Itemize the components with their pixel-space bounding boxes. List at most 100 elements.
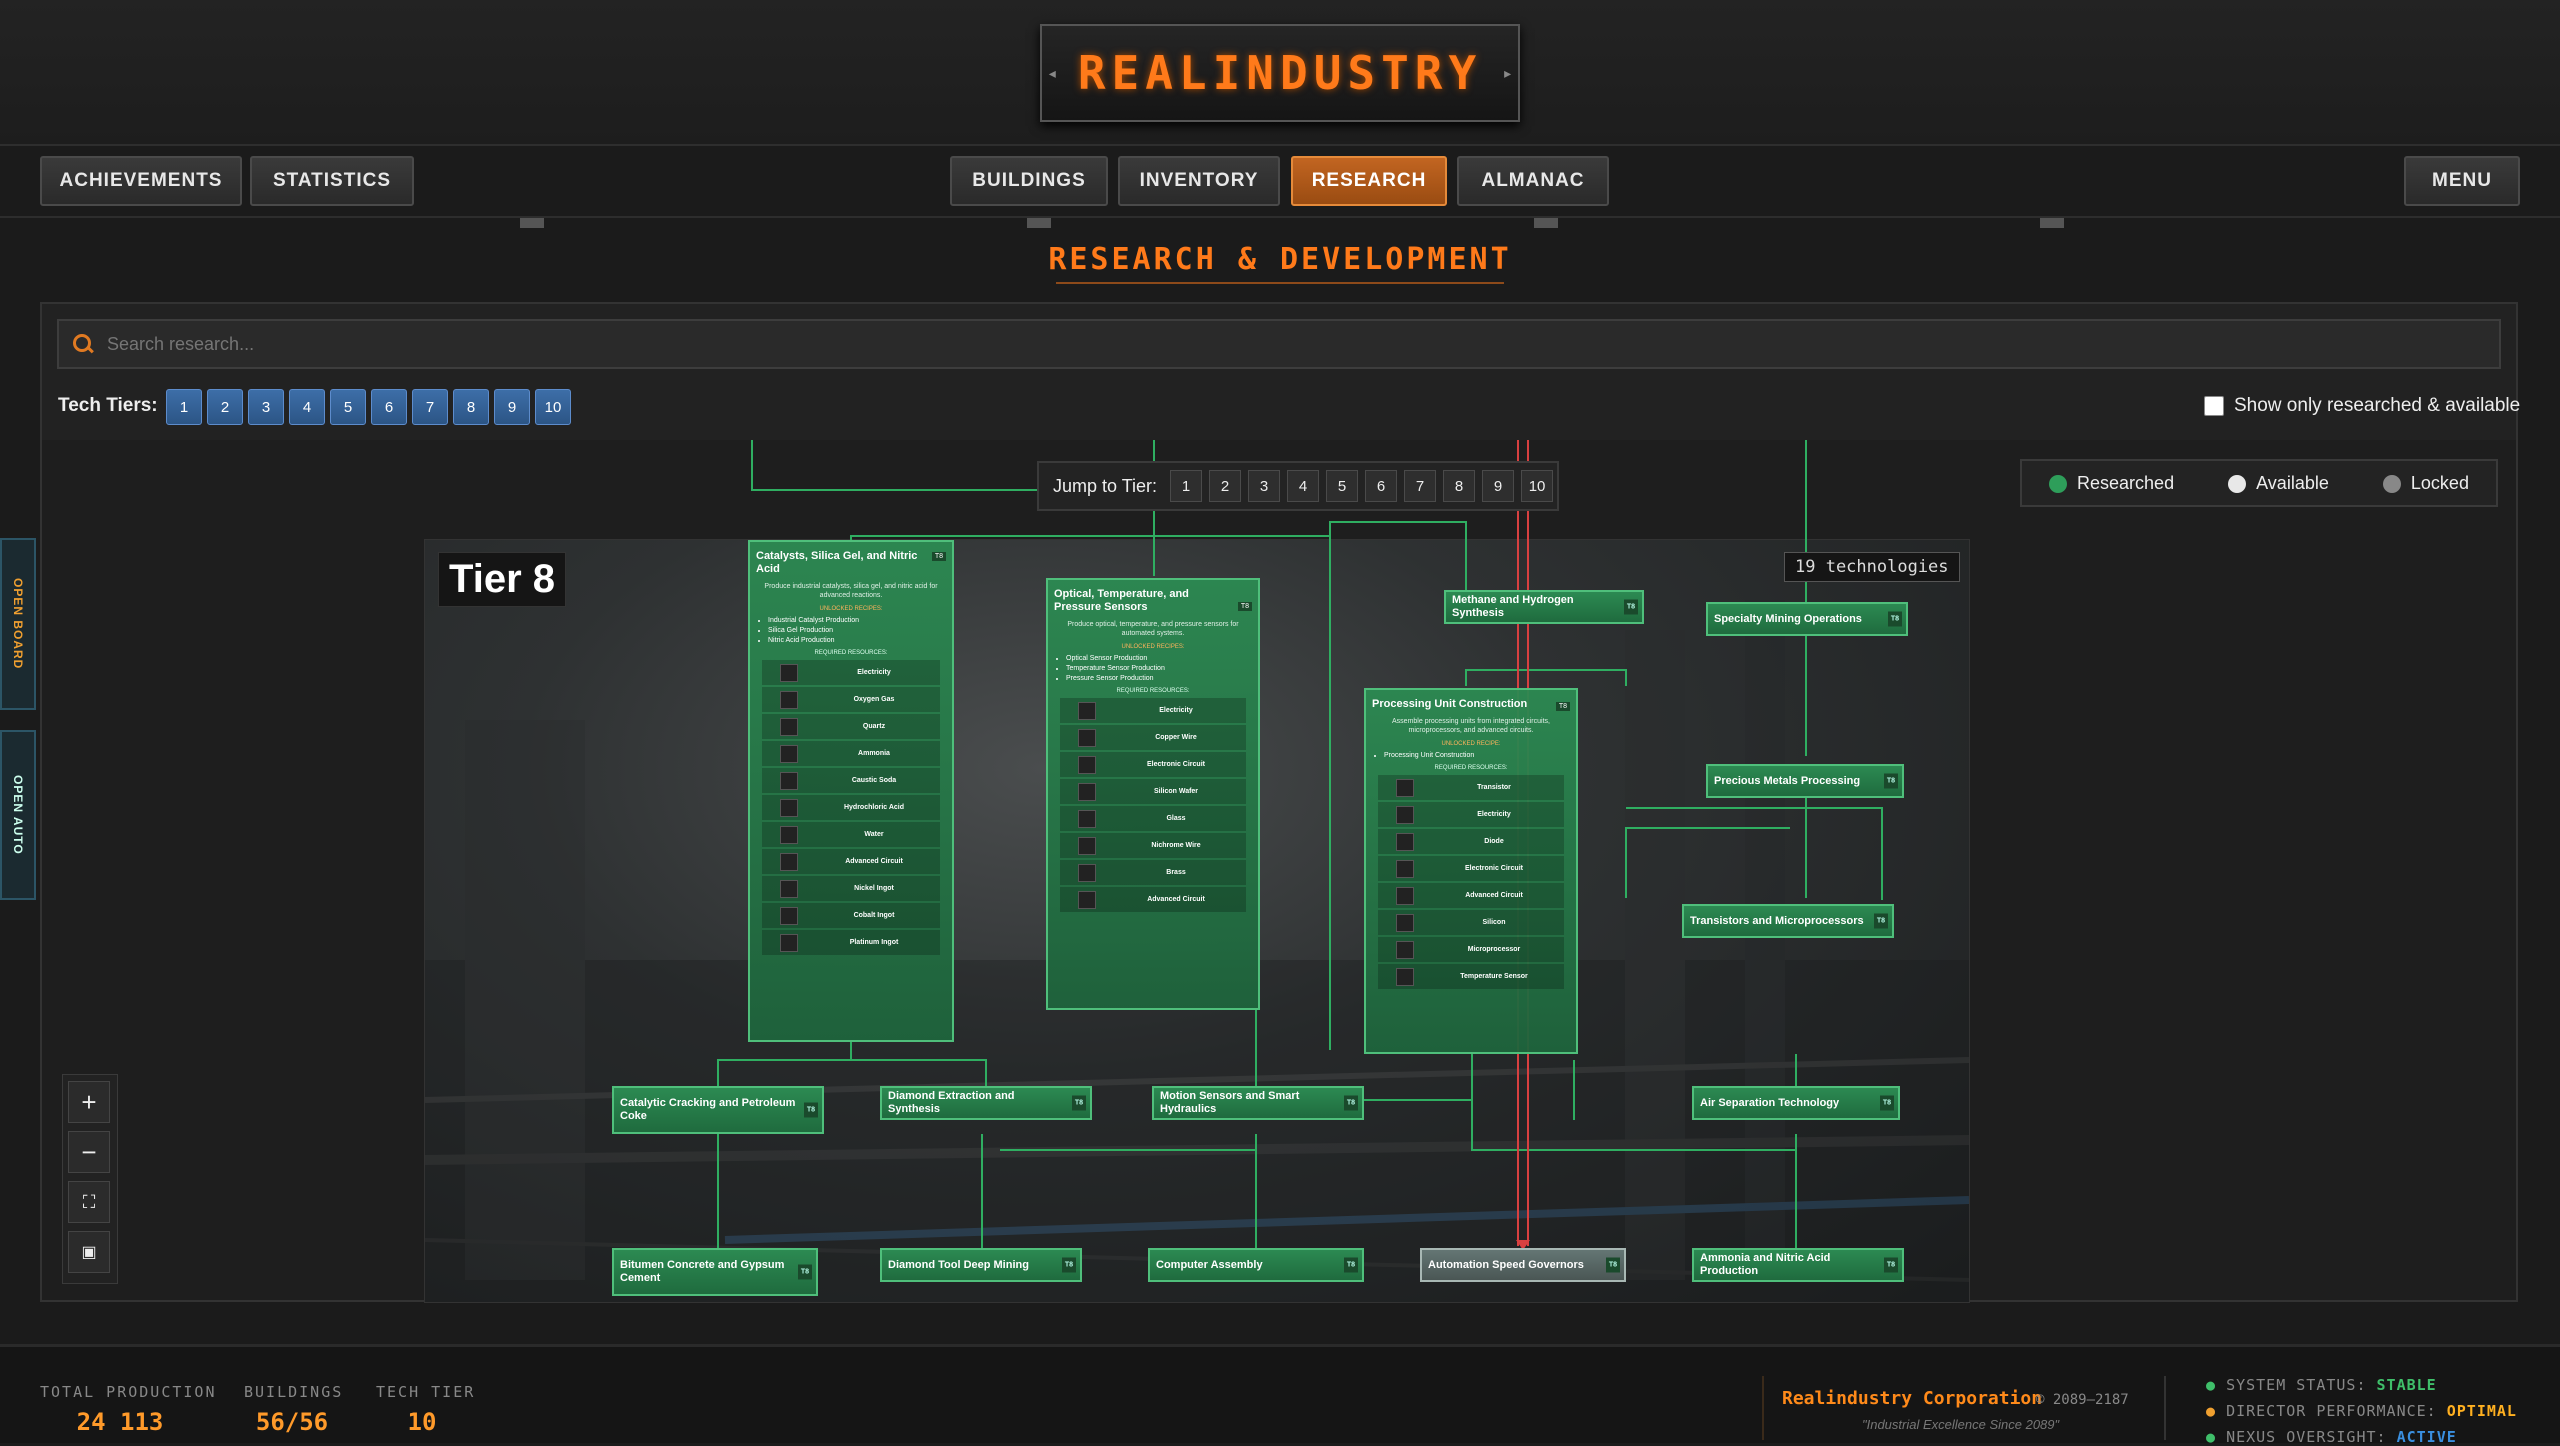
- jump-tier-button-10[interactable]: 10: [1521, 470, 1554, 502]
- resource-name: Water: [864, 831, 884, 838]
- system-status: ● SYSTEM STATUS: STABLE: [2206, 1376, 2437, 1394]
- lock-icon[interactable]: ▣: [68, 1231, 110, 1273]
- tier-heading: Tier 8: [438, 552, 566, 607]
- recipe-item: Processing Unit Construction: [1384, 751, 1576, 761]
- resource-icon: [1078, 701, 1096, 720]
- jump-tier-button-2[interactable]: 2: [1209, 470, 1242, 502]
- tech-card-optical-sensors[interactable]: Optical, Temperature, and Pressure Senso…: [1046, 578, 1260, 1010]
- resource-icon: [1396, 805, 1414, 824]
- resource-icon: [1078, 863, 1096, 882]
- director-value: OPTIMAL: [2446, 1402, 2517, 1420]
- tech-node-ammonia-nitric[interactable]: Ammonia and Nitric Acid Production T8: [1692, 1248, 1904, 1282]
- resource-icon: [780, 663, 798, 682]
- open-board-tab[interactable]: OPEN BOARD: [0, 538, 36, 710]
- resource-icon: [1078, 755, 1096, 774]
- resource-name: Electronic Circuit: [1465, 865, 1523, 872]
- resource-row: Transistor: [1378, 775, 1564, 800]
- zoom-in-icon[interactable]: +: [68, 1081, 110, 1123]
- legend-researched-label: Researched: [2077, 472, 2175, 493]
- recipe-item: Industrial Catalyst Production: [768, 616, 952, 626]
- resource-name: Platinum Ingot: [849, 939, 899, 946]
- fit-view-icon[interactable]: ⛶: [68, 1181, 110, 1223]
- tech-node-label: Precious Metals Processing: [1714, 774, 1861, 787]
- resource-name: Cobalt Ingot: [853, 912, 895, 919]
- tier-tag: T8: [1071, 1095, 1086, 1111]
- tech-node-label: Ammonia and Nitric Acid Production: [1700, 1252, 1831, 1277]
- tech-node-motion-sensors[interactable]: Motion Sensors and Smart Hydraulics T8: [1152, 1086, 1364, 1120]
- tech-tier-value: 10: [407, 1408, 437, 1436]
- resource-row: Electronic Circuit: [1060, 752, 1246, 777]
- jump-to-tier-label: Jump to Tier:: [1053, 475, 1158, 496]
- tier-tag: T8: [1883, 773, 1898, 789]
- tech-node-catalytic-cracking[interactable]: Catalytic Cracking and Petroleum Coke T8: [612, 1086, 824, 1134]
- jump-tier-button-3[interactable]: 3: [1248, 470, 1281, 502]
- required-resources-heading: REQUIRED RESOURCES:: [1116, 688, 1190, 694]
- tier-tag: T8: [797, 1264, 812, 1280]
- resource-name: Advanced Circuit: [845, 858, 903, 865]
- tech-node-methane[interactable]: Methane and Hydrogen Synthesis T8: [1444, 590, 1644, 624]
- tier-tag: T8: [1887, 611, 1902, 627]
- available-dot-icon: [2228, 474, 2247, 493]
- tech-node-air-separation[interactable]: Air Separation Technology T8: [1692, 1086, 1900, 1120]
- resource-icon: [780, 798, 798, 817]
- resource-row: Water: [762, 822, 940, 847]
- tech-node-computer-assembly[interactable]: Computer Assembly T8: [1148, 1248, 1364, 1282]
- tier-tag: T8: [1605, 1257, 1620, 1273]
- tech-card-title: Processing Unit Construction: [1372, 698, 1528, 710]
- resource-icon: [1396, 859, 1414, 878]
- tech-node-label: Transistors and Microprocessors: [1690, 914, 1864, 927]
- tech-node-specialty-mining[interactable]: Specialty Mining Operations T8: [1706, 602, 1908, 636]
- tier-tag: T8: [1555, 702, 1570, 711]
- tech-card-catalysts[interactable]: Catalysts, Silica Gel, and Nitric Acid T…: [748, 540, 954, 1042]
- open-auto-tab[interactable]: OPEN AUTO: [0, 730, 36, 900]
- resource-row: Advanced Circuit: [1378, 883, 1564, 908]
- jump-tier-button-9[interactable]: 9: [1482, 470, 1515, 502]
- resource-name: Electricity: [1477, 811, 1511, 818]
- legend-locked: Locked: [2382, 473, 2469, 494]
- resource-row: Nichrome Wire: [1060, 833, 1246, 858]
- zoom-out-icon[interactable]: −: [68, 1131, 110, 1173]
- tech-node-label: Air Separation Technology: [1700, 1096, 1840, 1109]
- resource-name: Transistor: [1477, 784, 1511, 791]
- tech-node-transistors[interactable]: Transistors and Microprocessors T8: [1682, 904, 1894, 938]
- tier-tag: T8: [1873, 913, 1888, 929]
- resource-icon: [1078, 782, 1096, 801]
- jump-tier-button-5[interactable]: 5: [1326, 470, 1359, 502]
- jump-tier-button-1[interactable]: 1: [1170, 470, 1203, 502]
- resource-row: Cobalt Ingot: [762, 903, 940, 928]
- buildings-value: 56/56: [255, 1408, 329, 1436]
- resource-row: Microprocessor: [1378, 937, 1564, 962]
- tier-tag: T8: [1883, 1257, 1898, 1273]
- jump-tier-button-4[interactable]: 4: [1287, 470, 1320, 502]
- resource-row: Electronic Circuit: [1378, 856, 1564, 881]
- recipe-item: Pressure Sensor Production: [1066, 674, 1258, 684]
- resource-icon: [1078, 728, 1096, 747]
- unlocked-recipes-heading: UNLOCKED RECIPES:: [1121, 644, 1185, 650]
- tech-node-precious-metals[interactable]: Precious Metals Processing T8: [1706, 764, 1904, 798]
- tech-node-label: Catalytic Cracking and Petroleum Coke: [620, 1097, 796, 1122]
- tech-node-diamond-extraction[interactable]: Diamond Extraction and Synthesis T8: [880, 1086, 1092, 1120]
- resource-icon: [780, 879, 798, 898]
- tech-card-processing-unit[interactable]: Processing Unit Construction T8 Assemble…: [1364, 688, 1578, 1054]
- resource-name: Ammonia: [858, 750, 890, 757]
- resource-row: Diode: [1378, 829, 1564, 854]
- resource-name: Electricity: [857, 669, 891, 676]
- resource-icon: [780, 906, 798, 925]
- total-production-value: 24 113: [76, 1408, 164, 1436]
- tech-node-bitumen-concrete[interactable]: Bitumen Concrete and Gypsum Cement T8: [612, 1248, 818, 1296]
- resource-name: Brass: [1166, 869, 1186, 876]
- resource-row: Temperature Sensor: [1378, 964, 1564, 989]
- recipe-list: Processing Unit Construction: [1366, 751, 1576, 761]
- resource-row: Advanced Circuit: [1060, 887, 1246, 912]
- resource-icon: [780, 690, 798, 709]
- tech-node-automation-governors[interactable]: Automation Speed Governors T8: [1420, 1248, 1626, 1282]
- jump-tier-button-6[interactable]: 6: [1365, 470, 1398, 502]
- resource-name: Nichrome Wire: [1151, 842, 1201, 849]
- unlocked-recipes-heading: UNLOCKED RECIPE:: [1441, 741, 1501, 747]
- tech-node-diamond-tool[interactable]: Diamond Tool Deep Mining T8: [880, 1248, 1082, 1282]
- jump-tier-button-7[interactable]: 7: [1404, 470, 1437, 502]
- jump-tier-button-8[interactable]: 8: [1443, 470, 1476, 502]
- required-resources-heading: REQUIRED RESOURCES:: [1434, 765, 1508, 771]
- tech-node-label: Diamond Extraction and Synthesis: [888, 1090, 1015, 1115]
- resource-row: Silicon: [1378, 910, 1564, 935]
